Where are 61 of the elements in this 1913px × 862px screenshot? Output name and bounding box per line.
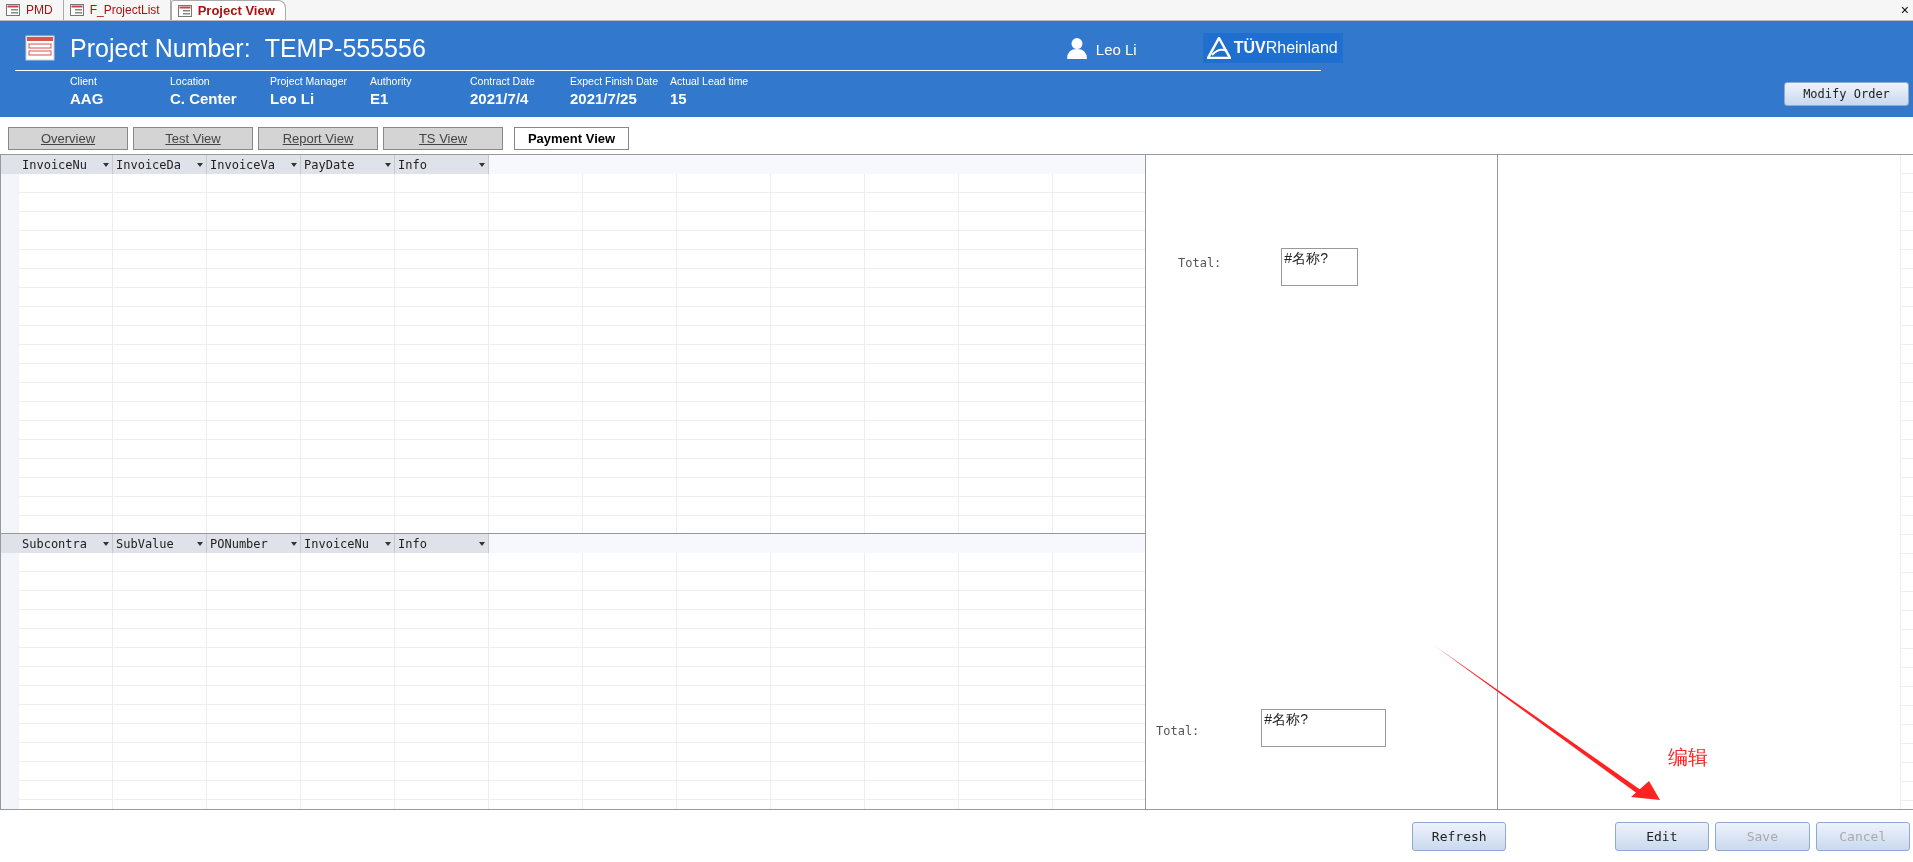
total-label: Total: — [1178, 256, 1222, 270]
view-tab[interactable]: Overview — [8, 127, 128, 150]
column-header[interactable]: PayDate — [301, 155, 395, 174]
document-tab[interactable]: PMD — [0, 0, 64, 20]
user-name: Leo Li — [1095, 40, 1137, 58]
field-value: 2021/7/4 — [470, 89, 530, 109]
column-header[interactable]: InvoiceDa — [113, 155, 207, 174]
field-value: AAG — [70, 89, 105, 109]
dropdown-icon[interactable] — [197, 162, 203, 167]
field-value: C. Center — [170, 89, 238, 109]
annotation-text: 编辑 — [1668, 744, 1708, 771]
field-label: Contract Date — [470, 75, 536, 88]
action-button[interactable]: Refresh — [1412, 822, 1507, 851]
total-field[interactable]: #名称? — [1261, 709, 1387, 747]
dropdown-icon[interactable] — [385, 162, 391, 167]
column-header[interactable]: SubValue — [113, 534, 207, 553]
field-value: E1 — [370, 89, 390, 109]
project-number: TEMP-555556 — [264, 33, 426, 63]
form-icon — [25, 35, 55, 61]
close-button[interactable]: × — [1896, 0, 1913, 20]
form-icon — [69, 4, 84, 16]
field-label: Location — [170, 75, 211, 88]
column-header[interactable]: Info — [395, 534, 489, 553]
view-tab[interactable]: Payment View — [514, 127, 629, 150]
dropdown-icon[interactable] — [291, 541, 297, 546]
action-button[interactable]: Edit — [1614, 822, 1710, 851]
field-label: Expect Finish Date — [570, 75, 660, 88]
view-tab[interactable]: Report View — [258, 127, 378, 150]
column-header[interactable]: InvoiceNu — [19, 155, 113, 174]
user-icon — [1065, 37, 1088, 59]
field-value: 15 — [670, 89, 688, 109]
project-number-label: Project Number: — [70, 33, 251, 63]
total-field[interactable]: #名称? — [1281, 248, 1359, 286]
field-label: Client — [70, 75, 98, 88]
column-header[interactable]: InvoiceNu — [301, 534, 395, 553]
field-label: Actual Lead time — [670, 75, 750, 88]
column-header[interactable]: Subcontra — [19, 534, 113, 553]
column-header[interactable]: Info — [395, 155, 489, 174]
dropdown-icon[interactable] — [197, 541, 203, 546]
dropdown-icon[interactable] — [103, 541, 109, 546]
document-tab[interactable]: F_ProjectList — [63, 0, 171, 20]
view-tab[interactable]: Test View — [133, 127, 253, 150]
view-tab[interactable]: TS View — [383, 127, 503, 150]
column-header[interactable]: PONumber — [207, 534, 301, 553]
column-header[interactable]: InvoiceVa — [207, 155, 301, 174]
total-label: Total: — [1156, 724, 1200, 738]
dropdown-icon[interactable] — [479, 162, 485, 167]
modify-order-button[interactable]: Modify Order — [1784, 82, 1909, 106]
dropdown-icon[interactable] — [479, 541, 485, 546]
field-label: Authority — [370, 75, 413, 88]
document-tab[interactable]: Project View — [170, 0, 286, 20]
field-value: Leo Li — [270, 89, 316, 109]
scrollbar[interactable] — [1900, 155, 1913, 809]
dropdown-icon[interactable] — [385, 541, 391, 546]
company-logo: TÜVRheinland — [1202, 33, 1343, 63]
form-icon — [177, 4, 192, 17]
form-icon — [6, 4, 20, 16]
field-value: 2021/7/25 — [570, 89, 638, 109]
dropdown-icon[interactable] — [103, 162, 109, 167]
field-label: Project Manager — [270, 75, 349, 88]
dropdown-icon[interactable] — [291, 162, 297, 167]
